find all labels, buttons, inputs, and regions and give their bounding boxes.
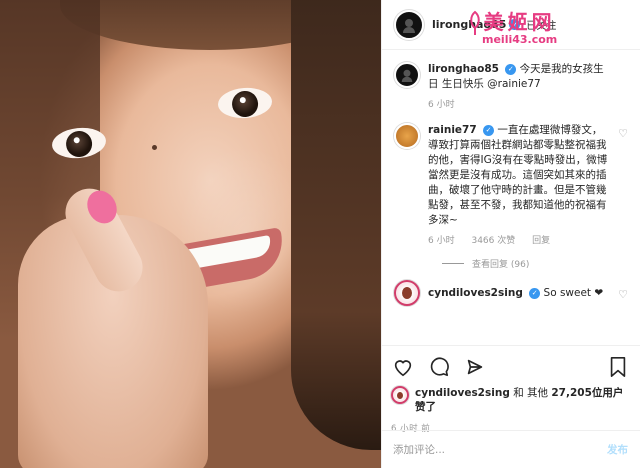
comment-likes[interactable]: 3466 次赞 — [471, 236, 515, 246]
comment-input[interactable] — [393, 443, 607, 456]
site-watermark: 美姬网 meili43.com — [470, 6, 558, 46]
caption-time: 6 小时 — [428, 100, 455, 110]
comment-username[interactable]: cyndiloves2sing — [428, 287, 523, 299]
caption: lironghao85 ✓ 今天是我的女孩生日 生日快乐 @rainie77 6… — [394, 62, 628, 113]
liker-username[interactable]: cyndiloves2sing — [415, 387, 510, 399]
comments-list[interactable]: lironghao85 ✓ 今天是我的女孩生日 生日快乐 @rainie77 6… — [382, 50, 640, 332]
verified-badge-icon: ✓ — [483, 124, 495, 136]
caption-username[interactable]: lironghao85 — [428, 63, 499, 75]
reply-button[interactable]: 回复 — [532, 236, 550, 246]
caption-avatar[interactable] — [394, 62, 420, 88]
caption-avatar-glyph — [401, 69, 413, 82]
watermark-url: meili43.com — [482, 33, 558, 46]
share-icon[interactable] — [463, 355, 487, 379]
watermark-logo-icon — [470, 10, 480, 35]
add-comment-bar: 发布 — [381, 430, 640, 468]
likes-count[interactable]: 27,205 — [551, 387, 592, 399]
comment-text: 一直在處理微博發文，導致打算兩個社群網站都零點整祝福我的他，害得IG沒有在零點時… — [428, 124, 608, 226]
author-avatar[interactable] — [394, 9, 424, 40]
heart-icon[interactable] — [391, 355, 415, 379]
post-actions: cyndiloves2sing 和 其他 27,205位用户赞了 6 小时 前 — [381, 345, 640, 434]
likes-conjunction: 和 其他 — [513, 387, 549, 399]
photo-eye-right — [217, 86, 273, 120]
comment-item: rainie77 ✓ 一直在處理微博發文，導致打算兩個社群網站都零點整祝福我的他… — [394, 123, 628, 249]
author-avatar-glyph — [403, 18, 415, 33]
comment-avatar[interactable] — [394, 123, 420, 149]
watermark-title: 美姬网 — [483, 10, 556, 34]
verified-badge-icon: ✓ — [529, 287, 541, 299]
likes-summary[interactable]: cyndiloves2sing 和 其他 27,205位用户赞了 — [391, 386, 630, 414]
photo-mole — [152, 145, 157, 150]
comment-time: 6 小时 — [428, 236, 455, 246]
comment-username[interactable]: rainie77 — [428, 124, 477, 136]
view-replies-button[interactable]: 查看回复 (96) — [442, 257, 628, 270]
verified-badge-icon: ✓ — [505, 63, 517, 75]
bookmark-icon[interactable] — [606, 355, 630, 379]
liker-avatar — [391, 386, 409, 404]
comment-text: So sweet ❤ — [543, 287, 604, 299]
comment-icon[interactable] — [427, 355, 451, 379]
comment-item: cyndiloves2sing ✓ So sweet ❤ ♡ — [394, 280, 628, 306]
comment-like-heart-icon[interactable]: ♡ — [618, 127, 628, 140]
post-photo[interactable] — [0, 0, 381, 468]
comment-like-heart-icon[interactable]: ♡ — [618, 288, 628, 301]
comment-avatar[interactable] — [394, 280, 420, 306]
photo-hair-right — [291, 0, 381, 450]
post-comment-button[interactable]: 发布 — [607, 442, 628, 457]
